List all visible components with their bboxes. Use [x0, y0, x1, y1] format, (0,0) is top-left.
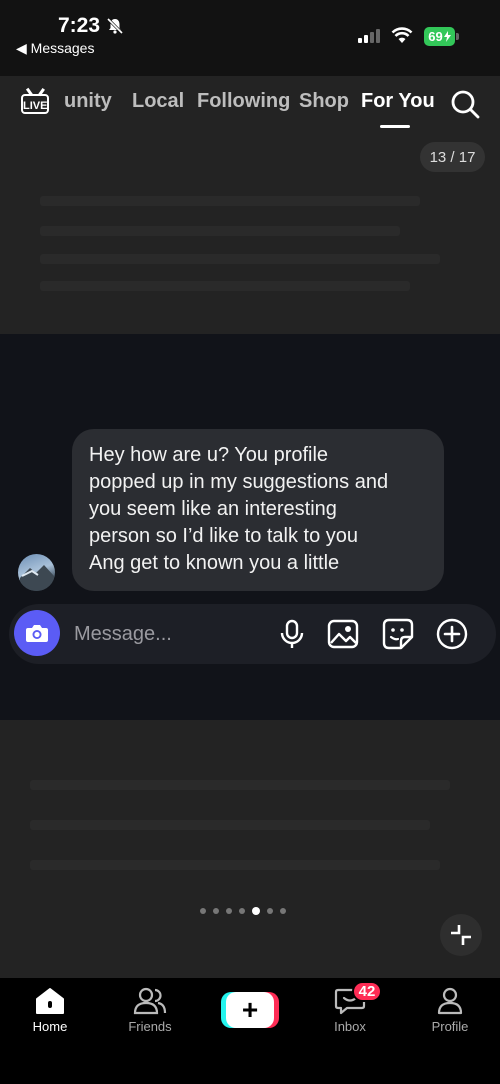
status-time: 7:23	[58, 14, 101, 37]
signal-icon	[358, 29, 380, 43]
camera-icon	[26, 625, 48, 642]
message-line: person so I’d like to talk to you	[89, 525, 359, 547]
page-dot	[226, 908, 232, 914]
video-counter: 13 / 17	[420, 142, 485, 172]
tab-friends[interactable]: Friends	[110, 987, 190, 1034]
tab-for-you[interactable]: For You	[361, 90, 435, 113]
tab-shop[interactable]: Shop	[299, 90, 349, 113]
tab-friends-label: Friends	[128, 1019, 172, 1034]
video-preview-bottom	[0, 720, 500, 978]
tab-home[interactable]: Home	[10, 987, 90, 1034]
battery-indicator: 69	[424, 27, 455, 46]
home-icon	[36, 988, 64, 1014]
back-to-messages[interactable]: ◀ Messages	[16, 40, 94, 57]
pagination-dots	[200, 907, 286, 915]
minimize-icon	[451, 925, 471, 945]
charging-bolt-icon	[443, 31, 451, 42]
minimize-button[interactable]	[440, 914, 482, 956]
message-bubble: Hey how are u? You profile popped up in …	[72, 429, 444, 591]
page-dot	[280, 908, 286, 914]
active-tab-indicator	[380, 125, 410, 128]
page-dot	[267, 908, 273, 914]
message-input[interactable]	[72, 620, 266, 648]
tab-profile-label: Profile	[431, 1019, 469, 1034]
image-icon[interactable]	[326, 617, 360, 651]
battery-nub	[456, 33, 459, 40]
tab-community[interactable]: unity	[64, 90, 112, 113]
add-circle-icon[interactable]	[435, 617, 469, 651]
friends-icon	[133, 987, 167, 1015]
live-icon[interactable]: LIVE	[20, 88, 52, 118]
page-dot	[213, 908, 219, 914]
message-line: Ang get to known you a little	[89, 552, 340, 574]
profile-icon	[437, 987, 463, 1015]
message-line: popped up in my suggestions and	[89, 471, 389, 493]
tab-local[interactable]: Local	[132, 90, 184, 113]
live-label: LIVE	[21, 94, 49, 114]
message-line: Hey how are u? You profile	[89, 444, 329, 466]
bell-off-icon	[106, 17, 124, 35]
battery-level: 69	[428, 29, 443, 44]
search-icon[interactable]	[450, 89, 480, 119]
tab-profile[interactable]: Profile	[410, 987, 490, 1034]
microphone-icon[interactable]	[275, 617, 309, 651]
message-line: you seem like an interesting	[89, 498, 337, 520]
create-button[interactable]: +	[221, 992, 279, 1028]
tab-home-label: Home	[32, 1019, 68, 1034]
page-dot	[200, 908, 206, 914]
plus-icon: +	[226, 992, 274, 1028]
sender-avatar[interactable]	[18, 554, 55, 591]
camera-button[interactable]	[14, 610, 60, 656]
page-dot	[239, 908, 245, 914]
tab-inbox-label: Inbox	[334, 1019, 366, 1034]
inbox-badge: 42	[352, 981, 382, 1002]
wifi-icon	[391, 27, 413, 43]
sticker-icon[interactable]	[381, 617, 415, 651]
tab-following[interactable]: Following	[197, 90, 290, 113]
page-dot-active	[252, 907, 260, 915]
